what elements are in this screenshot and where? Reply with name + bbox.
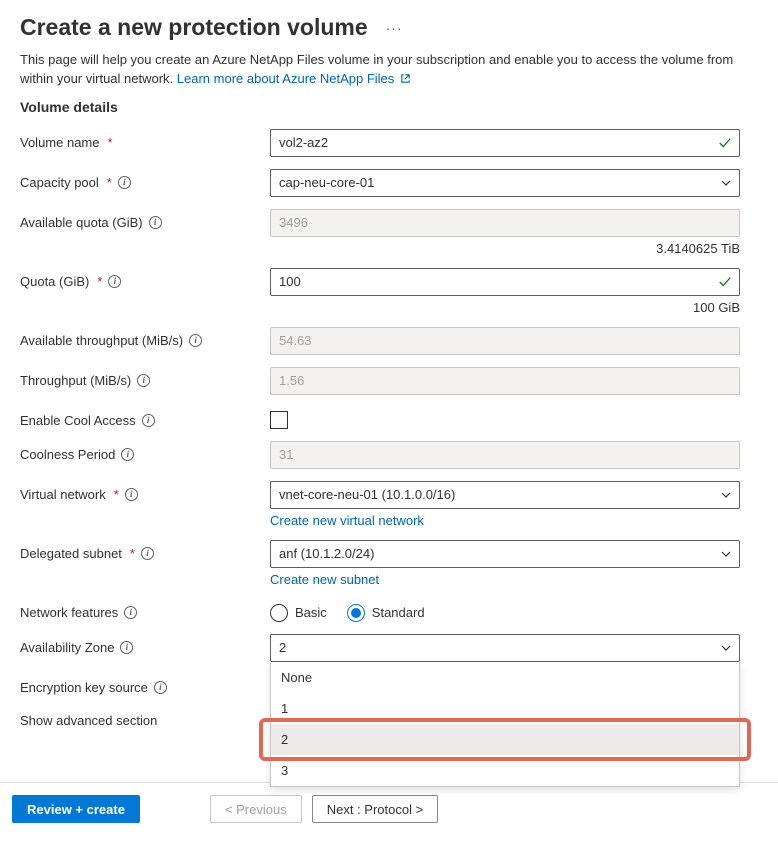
info-icon[interactable]: i (137, 374, 150, 387)
radio-label-standard: Standard (372, 605, 425, 620)
az-option-2[interactable]: 2 (271, 724, 739, 755)
throughput-input (270, 367, 740, 395)
highlight-annotation (259, 718, 751, 761)
available-quota-input (270, 209, 740, 237)
page-title: Create a new protection volume (20, 14, 368, 41)
external-link-icon (400, 71, 411, 82)
available-throughput-label: Available throughput (MiB/s) (20, 333, 183, 348)
quota-label: Quota (GiB) (20, 274, 89, 289)
ellipsis-menu-icon[interactable]: ··· (386, 20, 403, 36)
available-quota-label: Available quota (GiB) (20, 215, 143, 230)
info-icon[interactable]: i (154, 681, 167, 694)
availability-zone-label: Availability Zone (20, 640, 114, 655)
previous-button: < Previous (210, 795, 302, 823)
info-icon[interactable]: i (142, 414, 155, 427)
quota-sub: 100 GiB (270, 300, 740, 315)
cool-access-checkbox[interactable] (270, 411, 288, 429)
throughput-label: Throughput (MiB/s) (20, 373, 131, 388)
available-throughput-input (270, 327, 740, 355)
delegated-subnet-select[interactable]: anf (10.1.2.0/24) (270, 540, 740, 568)
volume-name-label: Volume name (20, 135, 100, 150)
network-features-basic-radio[interactable]: Basic (270, 604, 327, 622)
info-icon[interactable]: i (118, 176, 131, 189)
az-option-none[interactable]: None (271, 662, 739, 693)
section-heading-volume-details: Volume details (20, 99, 758, 115)
quota-input[interactable] (270, 268, 740, 296)
encryption-key-source-label: Encryption key source (20, 680, 148, 695)
learn-more-link[interactable]: Learn more about Azure NetApp Files (177, 71, 411, 86)
info-icon[interactable]: i (141, 547, 154, 560)
show-advanced-label: Show advanced section (20, 713, 157, 728)
info-icon[interactable]: i (149, 216, 162, 229)
create-virtual-network-link[interactable]: Create new virtual network (270, 513, 424, 528)
review-create-button[interactable]: Review + create (12, 795, 140, 823)
capacity-pool-label: Capacity pool (20, 175, 99, 190)
info-icon[interactable]: i (125, 488, 138, 501)
virtual-network-select[interactable]: vnet-core-neu-01 (10.1.0.0/16) (270, 481, 740, 509)
capacity-pool-select[interactable]: cap-neu-core-01 (270, 169, 740, 197)
delegated-subnet-label: Delegated subnet (20, 546, 122, 561)
next-protocol-button[interactable]: Next : Protocol > (312, 795, 438, 823)
az-option-3[interactable]: 3 (271, 755, 739, 786)
radio-label-basic: Basic (295, 605, 327, 620)
volume-name-input[interactable] (270, 129, 740, 157)
availability-zone-dropdown: None 1 2 3 (270, 662, 740, 787)
info-icon[interactable]: i (189, 334, 202, 347)
az-option-1[interactable]: 1 (271, 693, 739, 724)
available-quota-sub: 3.4140625 TiB (270, 241, 740, 256)
intro-paragraph: This page will help you create an Azure … (20, 51, 758, 89)
virtual-network-label: Virtual network (20, 487, 106, 502)
info-icon[interactable]: i (121, 448, 134, 461)
coolness-period-label: Coolness Period (20, 447, 115, 462)
network-features-standard-radio[interactable]: Standard (347, 604, 425, 622)
coolness-period-input (270, 441, 740, 469)
info-icon[interactable]: i (120, 641, 133, 654)
availability-zone-select[interactable]: 2 (270, 634, 740, 662)
network-features-label: Network features (20, 605, 118, 620)
cool-access-label: Enable Cool Access (20, 413, 136, 428)
info-icon[interactable]: i (124, 606, 137, 619)
footer-bar: Review + create < Previous Next : Protoc… (0, 782, 778, 835)
info-icon[interactable]: i (108, 275, 121, 288)
create-subnet-link[interactable]: Create new subnet (270, 572, 379, 587)
